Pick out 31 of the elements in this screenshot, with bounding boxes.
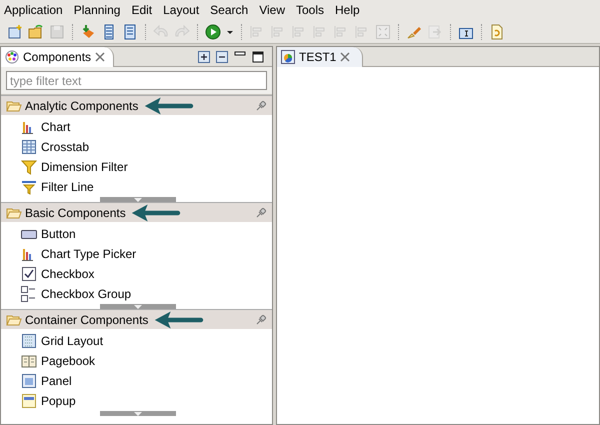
component-item[interactable]: Pagebook: [1, 351, 272, 371]
component-item[interactable]: Chart: [1, 117, 272, 137]
tab-label: TEST1: [299, 49, 336, 66]
menu-item[interactable]: Layout: [163, 1, 200, 19]
component-item[interactable]: Checkbox: [1, 264, 272, 284]
component-item[interactable]: Dimension Filter: [1, 157, 272, 177]
section-header[interactable]: Basic Components: [1, 202, 272, 222]
component-item[interactable]: Grid Layout: [1, 331, 272, 351]
components-tab[interactable]: Components: [1, 46, 114, 66]
component-item[interactable]: Checkbox Group: [1, 284, 272, 304]
component-item[interactable]: Popup: [1, 391, 272, 411]
component-item[interactable]: Crosstab: [1, 137, 272, 157]
tab-label: Components: [23, 48, 92, 66]
section-title: Analytic Components: [25, 98, 138, 114]
menu-item[interactable]: Edit: [131, 1, 152, 19]
filter-field[interactable]: type filter text: [6, 71, 267, 90]
component-item[interactable]: Panel: [1, 371, 272, 391]
menu-item[interactable]: Planning: [74, 1, 120, 19]
menu-item[interactable]: Tools: [296, 1, 324, 19]
section-title: Container Components: [25, 312, 148, 328]
menu-item[interactable]: Help: [335, 1, 360, 19]
component-item[interactable]: Filter Line: [1, 177, 272, 197]
editor-tab[interactable]: TEST1: [277, 47, 364, 67]
menu-item[interactable]: Application: [4, 1, 63, 19]
section-header[interactable]: Analytic Components: [1, 95, 272, 115]
section-header[interactable]: Container Components: [1, 309, 272, 329]
menu-item[interactable]: Search: [210, 1, 248, 19]
menu-item[interactable]: View: [259, 1, 285, 19]
component-item[interactable]: Chart Type Picker: [1, 244, 272, 264]
component-item[interactable]: Button: [1, 224, 272, 244]
section-title: Basic Components: [25, 204, 126, 222]
